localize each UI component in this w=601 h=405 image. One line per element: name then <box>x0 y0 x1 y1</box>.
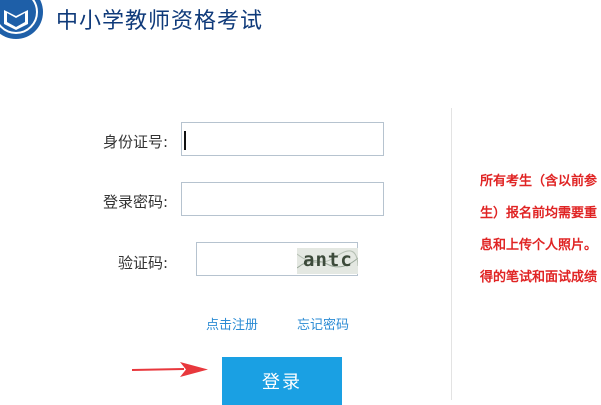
forgot-password-link[interactable]: 忘记密码 <box>297 314 349 333</box>
id-number-input[interactable] <box>181 122 384 156</box>
password-input[interactable] <box>181 182 384 216</box>
notice-line: 得的笔试和面试成绩 <box>480 270 598 285</box>
captcha-image[interactable]: antc <box>297 248 358 274</box>
text-cursor <box>184 131 186 150</box>
site-title: 中小学教师资格考试 <box>56 9 264 34</box>
notice-line: 生）报名前均需要重 <box>480 206 598 221</box>
book-shield-icon <box>0 0 43 39</box>
register-link[interactable]: 点击注册 <box>206 314 258 333</box>
notice-line: 所有考生（含以前参 <box>480 174 598 189</box>
notice-panel: 所有考生（含以前参 生）报名前均需要重 息和上传个人照片。 得的笔试和面试成绩 <box>480 174 601 302</box>
login-button[interactable]: 登录 <box>222 357 342 405</box>
header: 中小学教师资格考试 <box>0 0 601 40</box>
id-number-label: 身份证号: <box>102 133 168 151</box>
divider <box>451 108 452 400</box>
password-label: 登录密码: <box>102 193 168 211</box>
captcha-text: antc <box>303 249 353 271</box>
arrow-right-icon <box>132 362 208 377</box>
notice-line: 息和上传个人照片。 <box>480 238 598 253</box>
captcha-label: 验证码: <box>117 254 168 272</box>
